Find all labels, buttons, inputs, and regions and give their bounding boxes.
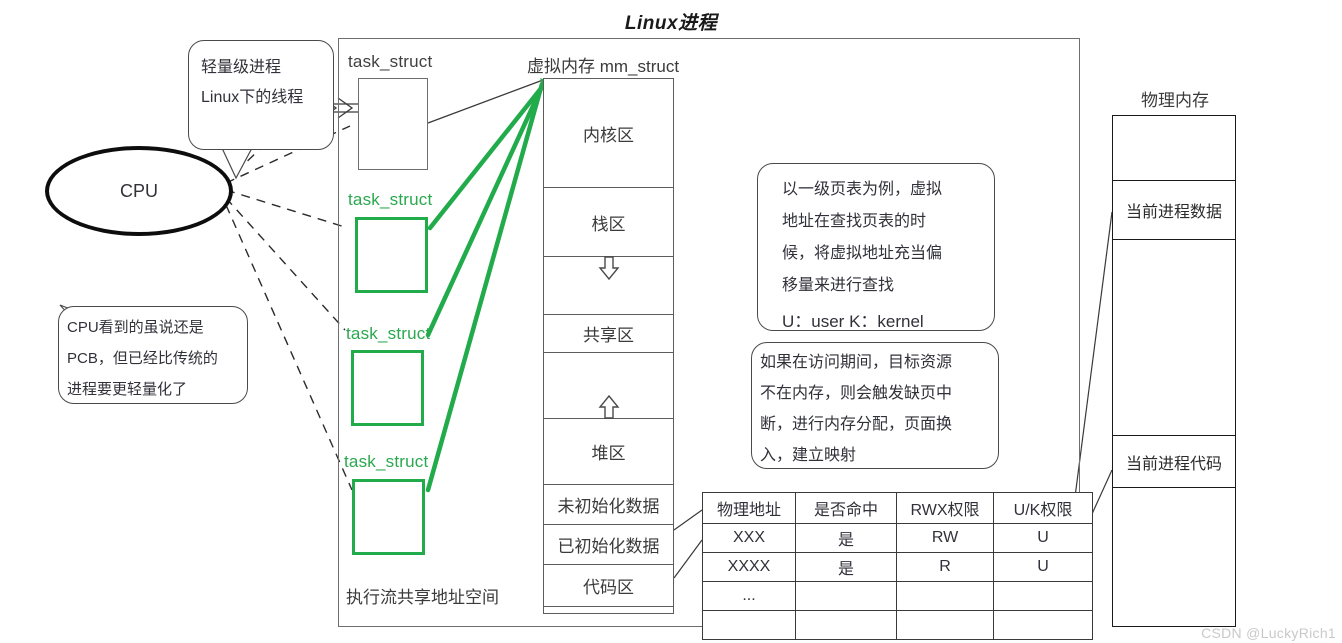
mm-struct-title: 虚拟内存 mm_struct [527,57,680,76]
task-struct-label-2: task_struct [348,190,433,209]
callout-pf-line1: 如果在访问期间，目标资源 [760,354,953,371]
mm-struct-box: 内核区 栈区 共享区 堆区 未初始化数据 已初始化数据 代码区 [543,78,674,614]
task-struct-label-3: task_struct [346,324,431,343]
callout-pt-line3: 候，将虚拟地址充当偏 [782,245,943,262]
task-struct-box-4 [352,479,425,555]
arrow-up-icon [598,394,619,419]
page-table-cell-0-0: XXX [702,523,796,553]
mm-seg-bss-label: 未初始化数据 [557,497,660,516]
pm-seg-free-top [1113,116,1235,181]
pm-seg-free-bottom [1113,488,1235,625]
task-struct-box-2 [355,217,428,293]
mm-seg-kernel-label: 内核区 [583,125,634,145]
table-row [702,610,1093,640]
page-table-cell-0-3: U [993,523,1093,553]
pm-seg-current-process-code-label: 当前进程代码 [1125,455,1222,473]
callout-pf-line3: 断，进行内存分配，页面换 [760,416,953,433]
callout-pcb-line3: 进程要更轻量化了 [67,381,188,398]
cpu-ellipse: CPU [45,146,233,236]
page-table: 物理地址 是否命中 RWX权限 U/K权限 XXX 是 RW U XXXX 是 … [702,492,1093,640]
mm-seg-kernel: 内核区 [544,79,673,188]
mm-seg-bss: 未初始化数据 [544,485,673,525]
watermark: CSDN @LuckyRich1 [1201,625,1336,641]
mm-seg-data: 已初始化数据 [544,525,673,565]
page-table-cell-2-0: ... [702,581,796,611]
mm-seg-text: 代码区 [544,565,673,607]
page-table-cell-1-0: XXXX [702,552,796,582]
callout-pt-line1: 以一级页表为例，虚拟 [782,181,943,198]
callout-pf-line2: 不在内存，则会触发缺页中 [760,385,953,402]
page-table-cell-3-1 [795,610,897,640]
page-table-cell-0-1: 是 [795,523,897,553]
mm-seg-stack-label: 栈区 [591,214,626,234]
mm-seg-text-label: 代码区 [583,578,634,597]
mm-seg-shared: 共享区 [544,315,673,353]
table-row: XXX 是 RW U [702,523,1093,553]
page-title: Linux进程 [624,13,718,34]
page-table-header-3: U/K权限 [993,492,1093,524]
page-table-cell-2-1 [795,581,897,611]
callout-page-fault-note: 如果在访问期间，目标资源 不在内存，则会触发缺页中 断，进行内存分配，页面换 入… [751,342,999,469]
page-table-cell-1-3: U [993,552,1093,582]
mm-seg-data-label: 已初始化数据 [557,537,660,556]
pm-seg-current-process-data: 当前进程数据 [1113,181,1235,240]
page-table-header-row: 物理地址 是否命中 RWX权限 U/K权限 [702,492,1093,524]
mm-seg-heap-label: 堆区 [591,444,626,463]
callout-page-table-note: 以一级页表为例，虚拟 地址在查找页表的时 候，将虚拟地址充当偏 移量来进行查找 … [757,163,995,331]
mm-seg-heap: 堆区 [544,419,673,485]
page-table-header-1: 是否命中 [795,492,897,524]
mm-seg-shared-label: 共享区 [583,326,634,345]
arrow-down-icon [598,256,619,281]
callout-lwp-line2: Linux下的线程 [201,89,304,106]
physical-memory-box: 当前进程数据 当前进程代码 [1112,115,1236,627]
page-table-cell-3-2 [896,610,994,640]
callout-lwp-line1: 轻量级进程 [201,59,282,76]
callout-pcb-line1: CPU看到的虽说还是 [67,319,204,336]
page-table-cell-1-2: R [896,552,994,582]
mm-seg-stack: 栈区 [544,188,673,257]
mm-seg-bottom [544,607,673,633]
callout-lightweight-process: 轻量级进程 Linux下的线程 [188,40,334,150]
callout-pf-line4: 入，建立映射 [760,447,857,464]
page-table-cell-2-3 [993,581,1093,611]
table-row: XXXX 是 R U [702,552,1093,582]
page-table-cell-2-2 [896,581,994,611]
page-table-cell-3-3 [993,610,1093,640]
page-table-header-0: 物理地址 [702,492,796,524]
task-struct-box-3 [351,350,424,426]
callout-pt-line4: 移量来进行查找 [782,277,895,294]
table-row: ... [702,581,1093,611]
task-struct-box-1 [358,78,428,170]
task-struct-label-4: task_struct [344,452,429,471]
page-table-cell-1-1: 是 [795,552,897,582]
callout-pcb-line2: PCB，但已经比传统的 [67,350,218,367]
callout-pt-line5: U：user K：kernel [782,312,924,331]
task-struct-label-1: task_struct [348,52,433,71]
page-table-cell-0-2: RW [896,523,994,553]
pm-seg-free-middle [1113,240,1235,436]
pm-seg-current-process-data-label: 当前进程数据 [1125,204,1222,221]
shared-address-space-label: 执行流共享地址空间 [346,588,499,607]
mm-seg-heap-growth [544,353,673,419]
physical-memory-title: 物理内存 [1141,91,1209,110]
cpu-label: CPU [119,180,158,201]
page-table-header-2: RWX权限 [896,492,994,524]
callout-pcb-note: CPU看到的虽说还是 PCB，但已经比传统的 进程要更轻量化了 [58,306,248,404]
mm-seg-stack-growth [544,256,673,315]
pm-seg-current-process-code: 当前进程代码 [1113,436,1235,488]
callout-pt-line2: 地址在查找页表的时 [782,213,927,230]
page-table-cell-3-0 [702,610,796,640]
